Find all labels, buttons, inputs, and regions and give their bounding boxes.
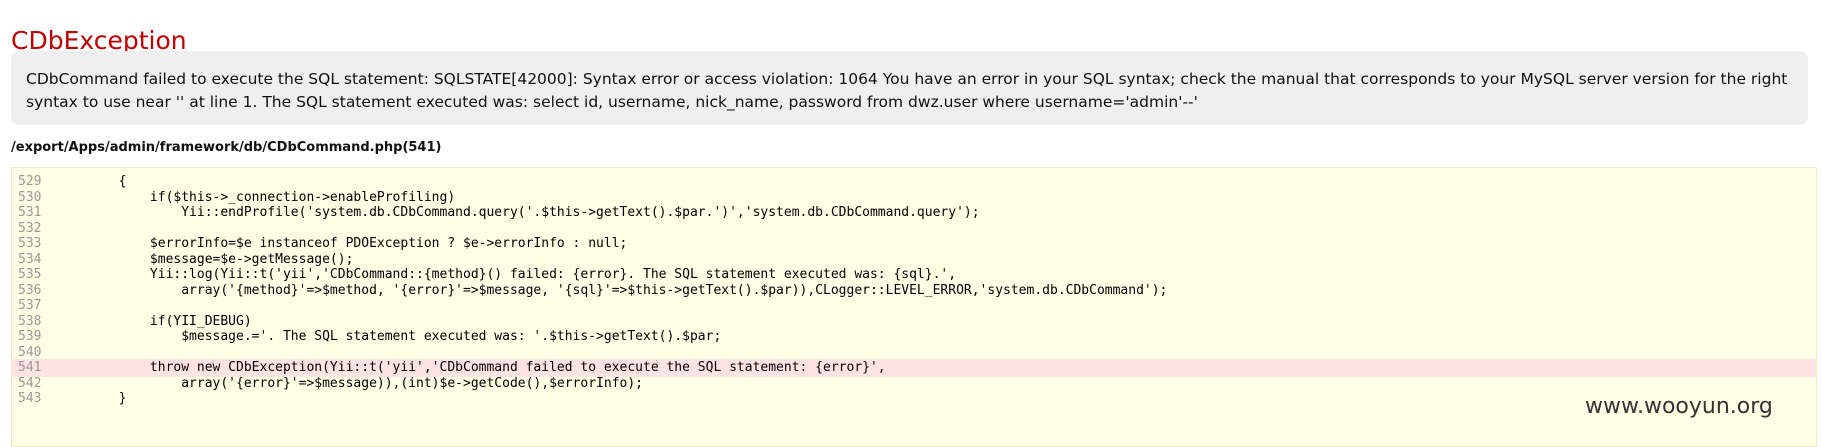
code-line: 543 } bbox=[12, 390, 1816, 408]
source-file-path: /export/Apps/admin/framework/db/CDbComma… bbox=[11, 140, 442, 155]
line-code: } bbox=[56, 391, 127, 406]
source-code-block: 529 {530 if($this->_connection->enablePr… bbox=[11, 167, 1817, 447]
line-number: 543 bbox=[18, 391, 42, 406]
exception-message: CDbCommand failed to execute the SQL sta… bbox=[11, 51, 1808, 125]
watermark: www.wooyun.org bbox=[1585, 394, 1773, 419]
